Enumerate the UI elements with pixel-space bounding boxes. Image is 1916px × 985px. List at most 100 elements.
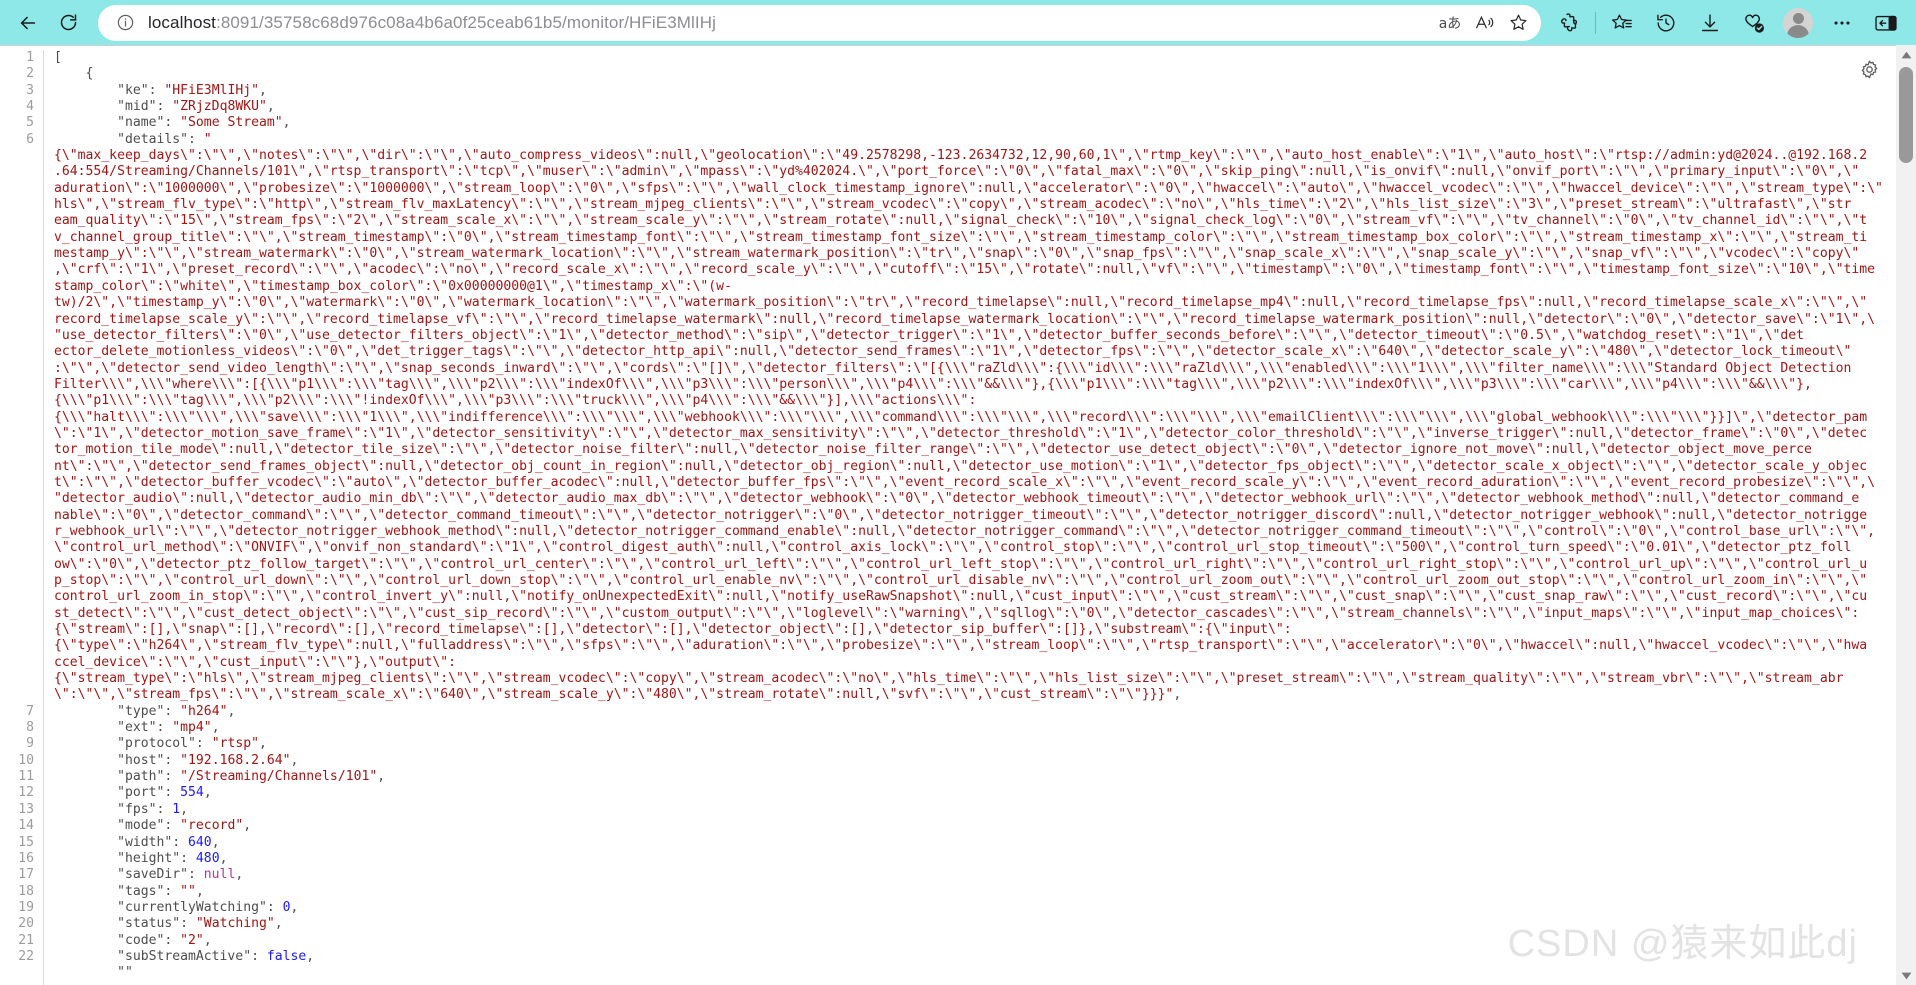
- profile-avatar[interactable]: [1776, 3, 1820, 43]
- line-number: [0, 197, 34, 213]
- code-line: Filter\\\",\\\"where\\\":[{\\\"p1\\\":\\…: [54, 377, 1896, 393]
- address-bar[interactable]: localhost:8091/35758c68d976c08a4b6a0f25c…: [98, 4, 1541, 41]
- scrollbar-thumb[interactable]: [1899, 67, 1913, 163]
- code-token: :: [172, 834, 189, 850]
- browser-essentials-icon[interactable]: [1732, 3, 1776, 43]
- code-token: v_channel_group_title\":\"\",\"stream_ti…: [54, 229, 1868, 245]
- line-number: [0, 671, 34, 687]
- code-token: ,: [211, 720, 220, 736]
- code-line: .64:554/Streaming/Channels/101\",\"rtsp_…: [54, 164, 1896, 180]
- code-token: aduration\":\"1000000\",\"probesize\":\"…: [54, 180, 1883, 196]
- refresh-button[interactable]: [48, 3, 88, 43]
- favorite-star-icon[interactable]: [1501, 8, 1535, 38]
- line-number: [0, 328, 34, 344]
- code-token: ,: [227, 703, 236, 719]
- code-token: :: [195, 736, 212, 752]
- code-line: ow\":\"0\",\"detector_ptz_follow_target\…: [54, 557, 1896, 573]
- code-token: ,: [377, 769, 386, 785]
- code-token: 554: [180, 785, 204, 801]
- code-token: ,: [259, 82, 267, 98]
- line-number: 15: [18, 834, 34, 850]
- vertical-scrollbar[interactable]: [1896, 45, 1916, 985]
- code-token: "port": [54, 785, 165, 801]
- code-token: "mp4": [172, 720, 212, 736]
- line-number: [0, 687, 34, 703]
- line-number: 5: [26, 115, 34, 131]
- line-number: 16: [18, 850, 34, 866]
- code-line: "detector_audio\":null,\"detector_audio_…: [54, 491, 1896, 507]
- code-line: mestamp_y\":\"\",\"stream_watermark\":\"…: [54, 246, 1896, 262]
- extensions-puzzle-icon[interactable]: [1547, 3, 1591, 43]
- read-aloud-icon[interactable]: [1467, 8, 1501, 38]
- code-token: ,: [211, 834, 220, 850]
- code-line: v_channel_group_title\":\"\",\"stream_ti…: [54, 230, 1896, 246]
- line-number: [0, 410, 34, 426]
- code-token: :: [156, 720, 173, 736]
- url-text[interactable]: localhost:8091/35758c68d976c08a4b6a0f25c…: [148, 13, 1433, 33]
- code-token: "tags": [54, 883, 165, 899]
- code-token: :: [148, 82, 165, 98]
- line-number: [0, 508, 34, 524]
- line-number: [0, 589, 34, 605]
- line-number: [0, 279, 34, 295]
- code-token: ,: [1173, 687, 1182, 703]
- code-token: 1: [172, 801, 181, 817]
- line-number: [0, 148, 34, 164]
- code-token: t\":\"\",\"detector_buffer_vcodec\":\"au…: [54, 474, 1875, 490]
- code-token: :: [251, 948, 267, 964]
- code-area[interactable]: 123456 7 8 9 10 11 12 13 14 15 16 17 18 19 20 21 22 [ {…: [0, 45, 1896, 985]
- code-token: Filter\\\",\\\"where\\\":[{\\\"p1\\\":\\…: [54, 376, 1812, 392]
- avatar[interactable]: [1783, 7, 1813, 38]
- code-line: stamp_color\":\"white\",\"timestamp_box_…: [54, 279, 1896, 295]
- code-token: "height": [54, 850, 181, 866]
- code-token: [: [54, 50, 62, 65]
- code-token: :: [188, 867, 204, 883]
- code-token: tor_motion_tile_mode\":null,\"detector_t…: [54, 442, 1812, 458]
- code-line: \"control_url_method\":\"ONVIF\",\"onvif…: [54, 540, 1896, 556]
- line-number: 14: [18, 818, 34, 834]
- code-token: "name": [54, 115, 165, 131]
- code-token: "h264": [180, 703, 228, 719]
- favorites-icon[interactable]: [1600, 3, 1644, 43]
- line-number: 3: [26, 82, 34, 98]
- code-token: "host": [54, 752, 165, 768]
- line-number: [0, 606, 34, 622]
- more-options-icon[interactable]: [1820, 3, 1864, 43]
- info-circle-icon[interactable]: [112, 10, 138, 36]
- code-token: "subStreamActive": [54, 948, 252, 964]
- code-line: hls\",\"stream_flv_type\":\"http\",\"str…: [54, 197, 1896, 213]
- downloads-icon[interactable]: [1688, 3, 1732, 43]
- code-token: mestamp_y\":\"\",\"stream_watermark\":\"…: [54, 246, 1860, 262]
- line-number: [0, 230, 34, 246]
- code-token: nable\":\"0\",\"detector_command\":\"\",…: [54, 507, 1868, 523]
- code-token: ,: [195, 883, 204, 899]
- scroll-up-arrow[interactable]: [1896, 45, 1916, 64]
- line-number: [0, 475, 34, 491]
- code-line: "ext": "mp4",: [54, 720, 1896, 736]
- back-button[interactable]: [8, 3, 48, 43]
- code-token: false: [266, 948, 307, 964]
- json-code-content[interactable]: [ { "ke": "HFiE3MlIHj", "mid": "ZRjzDq8W…: [44, 50, 1896, 985]
- code-line: ,\"crf\":\"1\",\"preset_record\":\"\",\"…: [54, 262, 1896, 278]
- line-number: [0, 491, 34, 507]
- read-aloud-language-icon[interactable]: aあ: [1433, 8, 1467, 38]
- code-token: "details": [54, 131, 189, 147]
- code-token: tw)/2\",\"timestamp_y\":\"0\",\"watermar…: [54, 295, 1868, 311]
- code-line: {\"stream\":[],\"snap\":[],\"record\":[]…: [54, 622, 1896, 638]
- scroll-down-arrow[interactable]: [1896, 966, 1916, 985]
- split-screen-icon[interactable]: [1864, 3, 1908, 43]
- code-line: "protocol": "rtsp",: [54, 736, 1896, 752]
- url-path: :8091/35758c68d976c08a4b6a0f25ceab61b5/m…: [216, 12, 716, 32]
- code-line: "ke": "HFiE3MlIHj",: [54, 83, 1896, 99]
- code-token: "": [54, 965, 133, 981]
- code-token: {\\\"p1\\\":\\\"tag\\\",\\\"p2\\\":\\\"!…: [54, 393, 977, 409]
- code-token: "mode": [54, 818, 165, 834]
- code-line: \":\"1\",\"detector_motion_save_frame\":…: [54, 426, 1896, 442]
- line-number: 8: [26, 720, 34, 736]
- code-line: "type": "h264",: [54, 704, 1896, 720]
- code-line: "details": ": [54, 132, 1896, 148]
- history-icon[interactable]: [1644, 3, 1688, 43]
- line-number: [0, 965, 34, 981]
- code-token: "": [180, 883, 196, 899]
- code-line: \":\"\",\"stream_fps\":\"\",\"stream_sca…: [54, 687, 1896, 703]
